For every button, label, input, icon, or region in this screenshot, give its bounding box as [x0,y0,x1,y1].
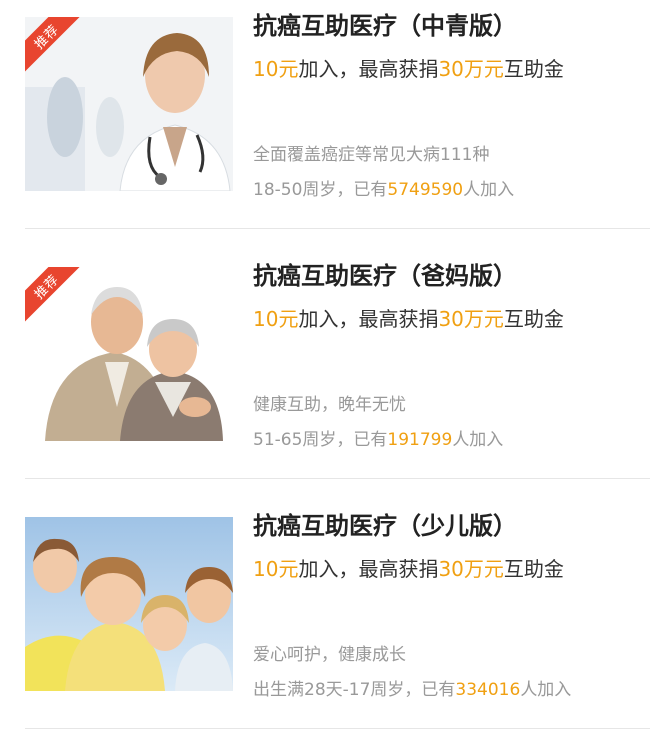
member-suffix: 人加入 [452,430,504,450]
divider [25,478,650,479]
member-suffix: 人加入 [463,180,515,200]
max-amount: 30万元 [438,57,504,81]
age-range: 18-50周岁，已有 [253,180,388,200]
plan-description: 爱心呵护，健康成长 [253,645,406,665]
join-text: 加入，最高获捐 [298,307,439,331]
join-fee: 10元 [253,307,299,331]
plan-headline: 10元加入，最高获捐30万元互助金 [253,302,633,337]
max-amount: 30万元 [438,307,504,331]
join-fee: 10元 [253,557,299,581]
plan-description: 全面覆盖癌症等常见大病111种 [253,145,490,165]
plan-title: 抗癌互助医疗（中青版） [253,12,517,40]
plan-thumbnail-children[interactable] [25,517,233,691]
plan-card-children[interactable]: 抗癌互助医疗（少儿版） 10元加入，最高获捐30万元互助金 爱心呵护，健康成长 … [0,500,650,750]
age-range: 出生满28天-17周岁，已有 [253,680,456,700]
divider [25,228,650,229]
member-count: 191799 [387,430,453,450]
join-text: 加入，最高获捐 [298,557,439,581]
plan-card-youth[interactable]: 推荐 抗癌互助医疗（中青版） 10元加入，最高获捐30万元互助金 全面覆盖癌症等… [0,0,650,250]
join-fee: 10元 [253,57,299,81]
join-text: 加入，最高获捐 [298,57,439,81]
plan-headline: 10元加入，最高获捐30万元互助金 [253,552,633,587]
member-count: 5749590 [387,180,464,200]
elderly-couple-photo-icon [25,267,233,441]
plan-meta: 18-50周岁，已有5749590人加入 [253,175,514,200]
benefit-text: 互助金 [503,557,564,581]
plan-headline: 10元加入，最高获捐30万元互助金 [253,52,633,87]
benefit-text: 互助金 [503,307,564,331]
member-count: 334016 [455,680,521,700]
plan-card-parents[interactable]: 推荐 抗癌互助医疗（爸妈版） 10元加入，最高获捐30万元互助金 健康互助，晚年… [0,250,650,500]
plan-description: 健康互助，晚年无忧 [253,395,406,415]
plan-meta: 51-65周岁，已有191799人加入 [253,425,503,450]
plan-list: 推荐 抗癌互助医疗（中青版） 10元加入，最高获捐30万元互助金 全面覆盖癌症等… [0,0,650,730]
plan-meta: 出生满28天-17周岁，已有334016人加入 [253,675,571,700]
plan-title: 抗癌互助医疗（少儿版） [253,512,517,540]
plan-thumbnail-elderly[interactable]: 推荐 [25,267,233,441]
children-photo-icon [25,517,233,691]
divider [25,728,650,729]
plan-thumbnail-doctor[interactable]: 推荐 [25,17,233,191]
doctor-photo-icon [25,17,233,191]
plan-title: 抗癌互助医疗（爸妈版） [253,262,517,290]
benefit-text: 互助金 [503,57,564,81]
age-range: 51-65周岁，已有 [253,430,388,450]
member-suffix: 人加入 [520,680,572,700]
max-amount: 30万元 [438,557,504,581]
